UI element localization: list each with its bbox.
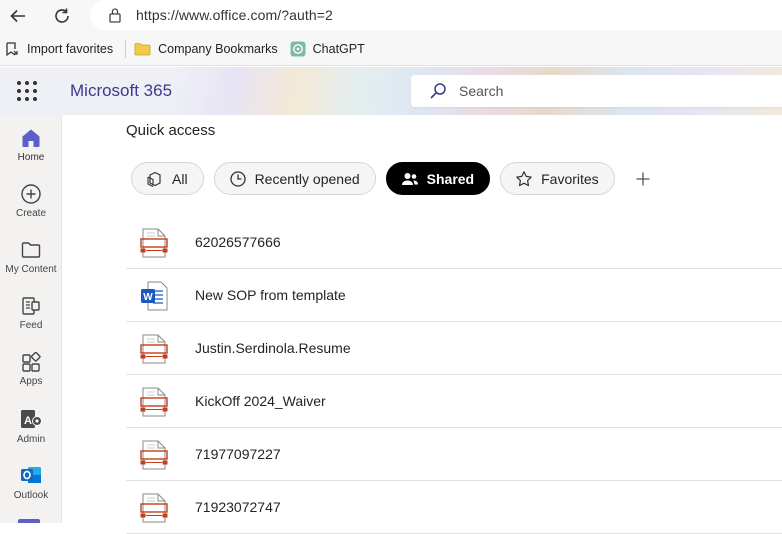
app-title[interactable]: Microsoft 365 xyxy=(70,81,172,101)
file-name[interactable]: Justin.Serdinola.Resume xyxy=(195,340,351,356)
search-placeholder: Search xyxy=(459,83,504,99)
favorite-label: Import favorites xyxy=(27,41,114,56)
apps-icon xyxy=(22,351,41,372)
file-name[interactable]: KickOff 2024_Waiver xyxy=(195,393,326,409)
search-box[interactable]: Search xyxy=(411,75,782,107)
favorite-chatgpt[interactable]: ChatGPT xyxy=(286,37,373,61)
filter-label: Shared xyxy=(426,170,475,187)
rail-item-apps[interactable]: Apps xyxy=(0,343,62,399)
file-row[interactable]: Justin.Serdinola.Resume xyxy=(126,322,782,375)
people-icon xyxy=(401,172,418,185)
filter-all[interactable]: All xyxy=(131,162,204,195)
clock-icon xyxy=(229,170,246,187)
file-name[interactable]: 71977097227 xyxy=(195,446,281,462)
svg-text:A: A xyxy=(24,415,32,427)
admin-icon: A xyxy=(21,410,42,428)
favorite-label: Company Bookmarks xyxy=(158,41,278,56)
rail-label: Create xyxy=(15,208,46,219)
pdf-file-icon xyxy=(140,334,168,364)
file-row[interactable]: 71923072747 xyxy=(126,481,782,534)
rail-label: Outlook xyxy=(13,490,49,501)
rail-item-feed[interactable]: Feed xyxy=(0,287,62,343)
search-icon xyxy=(430,83,446,99)
outlook-icon xyxy=(21,467,41,483)
back-arrow-icon xyxy=(10,9,25,23)
browser-address-bar: https://www.office.com/?auth=2 xyxy=(0,0,782,32)
feed-icon xyxy=(22,297,40,315)
file-name[interactable]: 62026577666 xyxy=(195,234,281,250)
home-icon xyxy=(22,129,40,147)
rail-item-create[interactable]: Create xyxy=(0,175,62,231)
rail-item-admin[interactable]: A Admin xyxy=(0,399,62,455)
refresh-icon xyxy=(55,8,69,23)
filter-pills: All Recently opened Shared Favorites xyxy=(131,162,655,195)
url-text: https://www.office.com/?auth=2 xyxy=(136,7,333,23)
favorite-label: ChatGPT xyxy=(312,41,365,56)
import-favorites-icon xyxy=(6,41,18,56)
rail-label: Admin xyxy=(16,434,46,445)
file-row[interactable]: 62026577666 xyxy=(126,216,782,269)
left-rail: Home Create My Content Feed Apps A Admin… xyxy=(0,115,62,523)
rail-item-outlook[interactable]: Outlook xyxy=(0,455,62,511)
rail-label: My Content xyxy=(5,264,57,275)
url-field[interactable]: https://www.office.com/?auth=2 xyxy=(90,0,782,30)
filter-shared[interactable]: Shared xyxy=(385,162,491,195)
rail-label: Apps xyxy=(19,376,43,387)
chatgpt-icon xyxy=(290,41,306,56)
favorite-import[interactable]: Import favorites xyxy=(0,37,121,61)
pdf-file-icon xyxy=(140,493,168,523)
rail-item-my-content[interactable]: My Content xyxy=(0,231,62,287)
file-list: 62026577666 W New SOP from template Justin.… xyxy=(126,216,782,534)
favorites-separator xyxy=(125,39,127,58)
section-title: Quick access xyxy=(126,122,216,139)
word-file-icon: W xyxy=(140,281,168,311)
back-button[interactable] xyxy=(6,4,30,28)
file-row[interactable]: 71977097227 xyxy=(126,428,782,481)
pdf-file-icon xyxy=(140,228,168,258)
app-header: Microsoft 365 Search xyxy=(0,67,782,115)
filter-label: All xyxy=(172,170,188,187)
rail-item-home[interactable]: Home xyxy=(0,119,62,175)
favorites-bar: Import favorites Company Bookmarks ChatG… xyxy=(0,32,782,66)
app-launcher-icon[interactable] xyxy=(12,79,42,103)
file-name[interactable]: 71923072747 xyxy=(195,499,281,515)
rail-label: Feed xyxy=(19,320,43,331)
add-filter-button[interactable] xyxy=(631,167,655,191)
all-files-icon xyxy=(147,171,161,187)
folder-icon xyxy=(134,42,151,55)
filter-recently-opened[interactable]: Recently opened xyxy=(213,162,376,195)
file-row[interactable]: W New SOP from template xyxy=(126,269,782,322)
pdf-file-icon xyxy=(140,387,168,417)
star-icon xyxy=(516,170,532,186)
filter-favorites[interactable]: Favorites xyxy=(500,162,615,195)
folder-icon xyxy=(21,242,41,258)
refresh-button[interactable] xyxy=(50,4,74,28)
plus-icon xyxy=(636,172,650,185)
pdf-file-icon xyxy=(140,440,168,470)
file-name[interactable]: New SOP from template xyxy=(195,287,346,303)
favorite-company-bookmarks[interactable]: Company Bookmarks xyxy=(130,37,286,61)
svg-text:W: W xyxy=(143,292,153,303)
lock-icon[interactable] xyxy=(108,7,122,23)
filter-label: Recently opened xyxy=(254,170,360,187)
rail-label: Home xyxy=(17,152,45,163)
filter-label: Favorites xyxy=(541,170,599,187)
create-icon xyxy=(21,184,41,204)
teams-icon[interactable] xyxy=(18,519,40,523)
file-row[interactable]: KickOff 2024_Waiver xyxy=(126,375,782,428)
